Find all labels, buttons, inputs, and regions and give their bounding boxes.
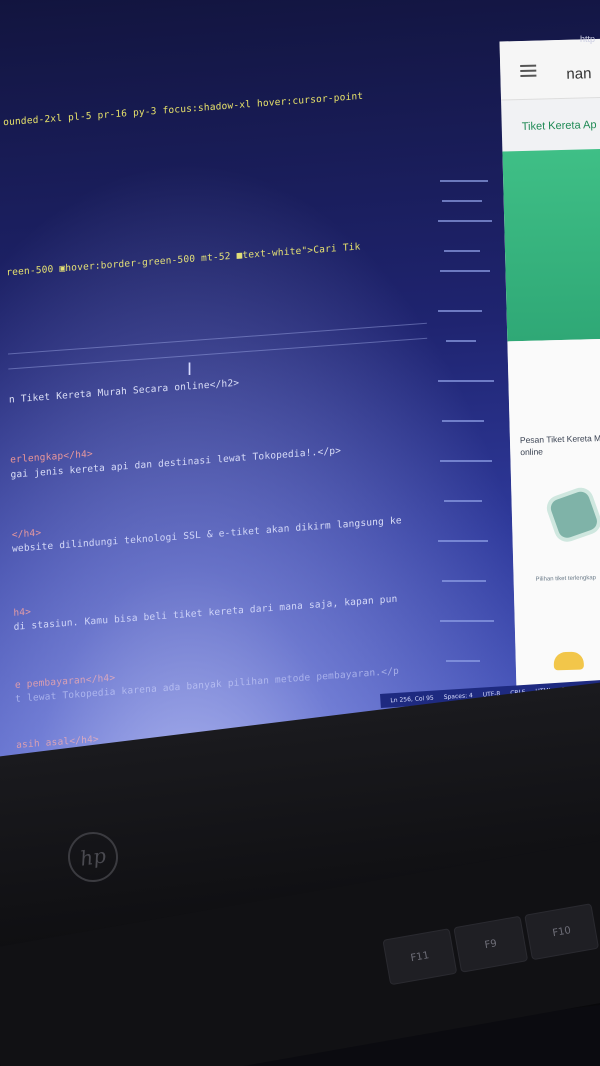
- page-title: Tiket Kereta Ap: [521, 119, 597, 133]
- payment-illustration-icon: [553, 651, 584, 671]
- code-line-text: </h4>: [11, 527, 42, 541]
- hero-banner: [502, 148, 600, 342]
- code-line: erlengkap</h4>: [10, 449, 93, 466]
- code-line: n Tiket Kereta Murah Secara online</h2>: [9, 378, 239, 406]
- laptop-photo: ounded-2xl pl-5 pr-16 py-3 focus:shadow-…: [0, 0, 600, 1066]
- hamburger-menu-icon[interactable]: [520, 64, 537, 78]
- code-line: reen-500 ▣hover:border-green-500 mt-52 ■…: [6, 241, 360, 278]
- code-line: website dilindungi teknologi SSL & e-tik…: [12, 515, 402, 555]
- code-line-text: di stasiun. Kamu bisa beli tiket kereta …: [13, 593, 398, 633]
- browser-navbar: nan: [499, 38, 600, 101]
- keyboard-key[interactable]: F10: [524, 903, 600, 961]
- section-heading: Pesan Tiket Kereta M online: [519, 433, 600, 458]
- window-corner-label: http: [580, 34, 596, 44]
- status-cursor-position[interactable]: Ln 256, Col 95: [390, 694, 434, 704]
- navbar-brand-text: nan: [566, 65, 592, 83]
- code-line: h4>: [13, 607, 31, 619]
- code-line-text: h4>: [13, 606, 32, 619]
- code-line-text: erlengkap</h4>: [10, 448, 93, 466]
- code-line-text: reen-500 ▣hover:border-green-500 mt-52 ■…: [6, 241, 361, 279]
- keyboard-key[interactable]: F9: [453, 915, 529, 973]
- code-line-text: ounded-2xl pl-5 pr-16 py-3 focus:shadow-…: [3, 90, 364, 129]
- code-line: ounded-2xl pl-5 pr-16 py-3 focus:shadow-…: [3, 91, 363, 128]
- code-line: </h4>: [12, 528, 42, 541]
- code-line-text: website dilindungi teknologi SSL & e-tik…: [11, 515, 402, 555]
- editor-minimap[interactable]: [438, 160, 498, 720]
- keyboard-key[interactable]: F11: [382, 928, 458, 986]
- code-line: di stasiun. Kamu bisa beli tiket kereta …: [14, 594, 398, 633]
- browser-preview-panel: nan Tiket Kereta Ap Pesan Tiket Kereta M…: [499, 38, 600, 692]
- code-line-text: n Tiket Kereta Murah Secara online</h2>: [8, 377, 240, 406]
- text-cursor-icon: I: [187, 360, 193, 380]
- current-line-highlight: [7, 322, 428, 370]
